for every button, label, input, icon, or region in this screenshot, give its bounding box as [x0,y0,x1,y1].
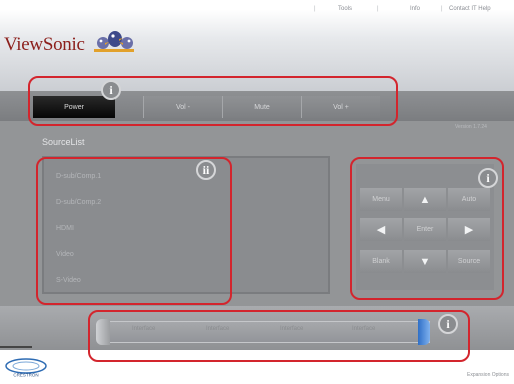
version-text: Version 1.7.24 [455,124,487,130]
crestron-logo-icon: CRESTRON [5,358,47,378]
annotation-badge-i: i [101,80,121,100]
divider: | [377,6,379,12]
tools-link[interactable]: Tools [338,6,352,12]
contact-it-help-link[interactable]: Contact IT Help [449,6,491,12]
source-list-title: SourceList [42,137,85,147]
leader-line [0,346,32,348]
viewsonic-logo-text: ViewSonic [4,34,85,55]
annotation-badge-i: i [478,168,498,188]
annotation-badge-ii: ii [196,160,216,180]
viewsonic-birds-logo-icon [94,31,134,52]
annotation-badge-i: i [438,314,458,334]
expansion-options-link[interactable]: Expansion Options [467,372,509,378]
divider: | [441,6,443,12]
info-link[interactable]: Info [410,6,420,12]
top-links: | Tools | Info | Contact IT Help [300,4,514,18]
divider: | [314,6,316,12]
annotation-control-bar-outline [28,76,398,126]
crestron-logo-text: CRESTRON [13,373,38,378]
annotation-interface-bar-outline [88,310,470,362]
